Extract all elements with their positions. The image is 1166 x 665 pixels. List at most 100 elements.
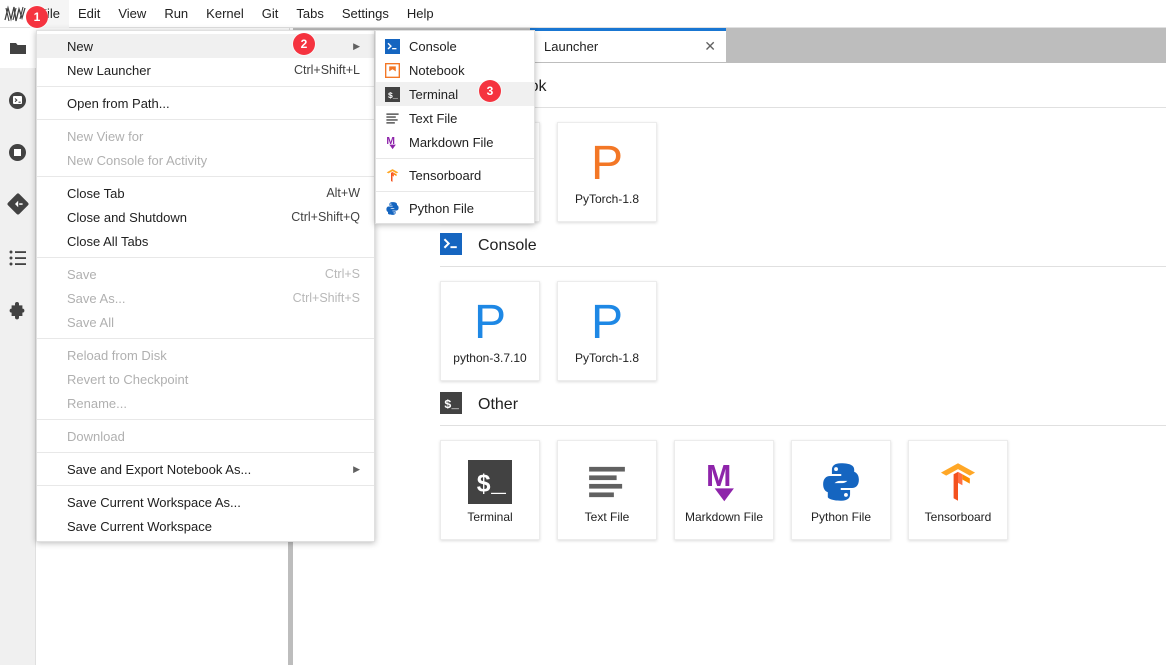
console-section-icon (440, 232, 462, 260)
new-submenu-item-console[interactable]: Console (376, 34, 534, 58)
menu-item-shortcut: Ctrl+Shift+Q (291, 210, 360, 224)
launcher-section-notebook: NotebookPpython-3.7.10PPyTorch-1.8 (439, 67, 1166, 222)
menu-item-label: Revert to Checkpoint (67, 371, 189, 387)
menu-item-label: Close All Tabs (67, 233, 149, 249)
console-icon (384, 38, 400, 54)
tab-launcher[interactable]: Launcher ✕ (530, 28, 726, 62)
menu-item-shortcut: Alt+W (326, 186, 360, 200)
menu-item-label: Rename... (67, 395, 127, 411)
new-submenu-item-markdown-file[interactable]: M Markdown File (376, 130, 534, 154)
menubar-item-edit[interactable]: Edit (69, 0, 109, 28)
new-submenu-dropdown[interactable]: Console Notebook $_ Terminal Text File M Markd… (375, 30, 535, 224)
menu-item-label: Save Current Workspace As... (67, 494, 241, 510)
launcher-card-tensorboard[interactable]: Tensorboard (908, 440, 1008, 540)
launcher-card-pytorch-1.8[interactable]: P PyTorch-1.8 (557, 122, 657, 222)
chevron-right-icon: ▶ (353, 463, 360, 474)
text-file-icon (585, 454, 629, 510)
section-divider (440, 266, 1166, 267)
launcher-card-markdown-file[interactable]: M Markdown File (674, 440, 774, 540)
menu-item-shortcut: Ctrl+S (324, 267, 360, 281)
launcher-card-text-file[interactable]: Text File (557, 440, 657, 540)
menu-separator (37, 338, 374, 339)
menu-item-label: Save As... (67, 290, 126, 306)
running-terminals-icon (9, 91, 26, 109)
launcher-card-python-file[interactable]: Python File (791, 440, 891, 540)
new-submenu-item-text-file[interactable]: Text File (376, 106, 534, 130)
launcher-sections: NotebookPpython-3.7.10PPyTorch-1.8Consol… (439, 67, 1166, 540)
text-file-icon (385, 112, 399, 124)
menubar-item-kernel[interactable]: Kernel (197, 0, 253, 28)
menu-item-label: Console (409, 38, 457, 54)
sidebar-item-extensions[interactable] (0, 292, 36, 332)
menu-item-label: Close Tab (67, 185, 125, 201)
card-row: $_ Terminal Text File M Markdown File Python … (440, 440, 1166, 540)
left-sidebar (0, 28, 36, 665)
menu-item-label: Notebook (409, 62, 465, 78)
step-badge-1: 1 (26, 6, 48, 28)
menu-item-label: Download (67, 428, 125, 444)
menu-item-label: Close and Shutdown (67, 209, 187, 225)
menu-item-label: New Launcher (67, 62, 151, 78)
file-menu-item-save-current-workspace-as[interactable]: Save Current Workspace As... (37, 490, 374, 514)
menu-separator (37, 419, 374, 420)
launcher-card-terminal[interactable]: $_ Terminal (440, 440, 540, 540)
menubar-item-view[interactable]: View (109, 0, 155, 28)
launcher-card-pytorch-1.8[interactable]: P PyTorch-1.8 (557, 281, 657, 381)
new-submenu-item-notebook[interactable]: Notebook (376, 58, 534, 82)
puzzle-icon (9, 301, 25, 319)
file-menu-item-close-and-shutdown[interactable]: Close and Shutdown Ctrl+Shift+Q (37, 205, 374, 229)
menu-item-label: Save (67, 266, 97, 282)
tensorboard-icon (386, 168, 398, 182)
file-menu-item-revert-to-checkpoint: Revert to Checkpoint (37, 367, 374, 391)
python-icon (384, 200, 400, 216)
menu-item-label: Save All (67, 314, 114, 330)
file-menu-dropdown[interactable]: New ▶ New Launcher Ctrl+Shift+L Open from Pa… (36, 30, 375, 542)
menubar-item-help[interactable]: Help (398, 0, 443, 28)
card-label: PyTorch-1.8 (574, 351, 640, 365)
file-menu-item-save-and-export-notebook-as[interactable]: Save and Export Notebook As... ▶ (37, 457, 374, 481)
terminal-icon: $_ (384, 86, 400, 102)
menubar-item-tabs[interactable]: Tabs (287, 0, 332, 28)
file-menu-item-save-current-workspace[interactable]: Save Current Workspace (37, 514, 374, 538)
file-menu-item-close-tab[interactable]: Close Tab Alt+W (37, 181, 374, 205)
menubar-item-git[interactable]: Git (253, 0, 288, 28)
sidebar-item-toc[interactable] (0, 238, 36, 278)
sidebar-item-git[interactable] (0, 184, 36, 224)
menubar-item-settings[interactable]: Settings (333, 0, 398, 28)
file-menu-item-open-from-path[interactable]: Open from Path... (37, 91, 374, 115)
svg-text:$_: $_ (476, 472, 506, 500)
git-icon (7, 193, 28, 215)
card-label: Python File (810, 510, 872, 524)
python-icon (823, 463, 859, 501)
markdown-icon: M (706, 460, 734, 502)
kernel-P: P (590, 137, 623, 190)
menu-bar-items: File Edit View Run Kernel Git Tabs Settings Help (30, 0, 443, 28)
new-submenu-item-python-file[interactable]: Python File (376, 196, 534, 220)
file-menu-item-new[interactable]: New ▶ (37, 34, 374, 58)
terminal-icon: $_ (384, 86, 400, 102)
sidebar-item-kernel-sessions[interactable] (0, 132, 36, 172)
card-row: Ppython-3.7.10PPyTorch-1.8 (440, 281, 1166, 381)
new-submenu-item-terminal[interactable]: $_ Terminal (376, 82, 534, 106)
sidebar-item-file-browser[interactable] (0, 28, 36, 68)
section-header: $_ Other (440, 385, 1166, 425)
kernel-P: P (473, 296, 506, 349)
menu-item-label: Open from Path... (67, 95, 170, 111)
other-section-icon: $_ (440, 391, 462, 419)
step-badge-2: 2 (293, 33, 315, 55)
menu-item-label: Save and Export Notebook As... (67, 461, 252, 477)
file-menu-item-new-launcher[interactable]: New Launcher Ctrl+Shift+L (37, 58, 374, 82)
menubar-item-run[interactable]: Run (155, 0, 197, 28)
markdown-icon: M (702, 454, 746, 510)
file-menu-item-close-all-tabs[interactable]: Close All Tabs (37, 229, 374, 253)
new-submenu-item-tensorboard[interactable]: Tensorboard (376, 163, 534, 187)
sidebar-item-running-sessions[interactable] (0, 80, 36, 120)
tensorboard-icon (936, 454, 980, 510)
terminal-icon: $_ (468, 460, 512, 504)
launcher-card-python-3.7.10[interactable]: Ppython-3.7.10 (440, 281, 540, 381)
close-icon[interactable]: ✕ (704, 38, 716, 55)
file-menu-item-reload-from-disk: Reload from Disk (37, 343, 374, 367)
card-row: Ppython-3.7.10PPyTorch-1.8 (440, 122, 1166, 222)
menu-item-label: Tensorboard (409, 167, 482, 183)
file-menu-item-new-view-for: New View for (37, 124, 374, 148)
